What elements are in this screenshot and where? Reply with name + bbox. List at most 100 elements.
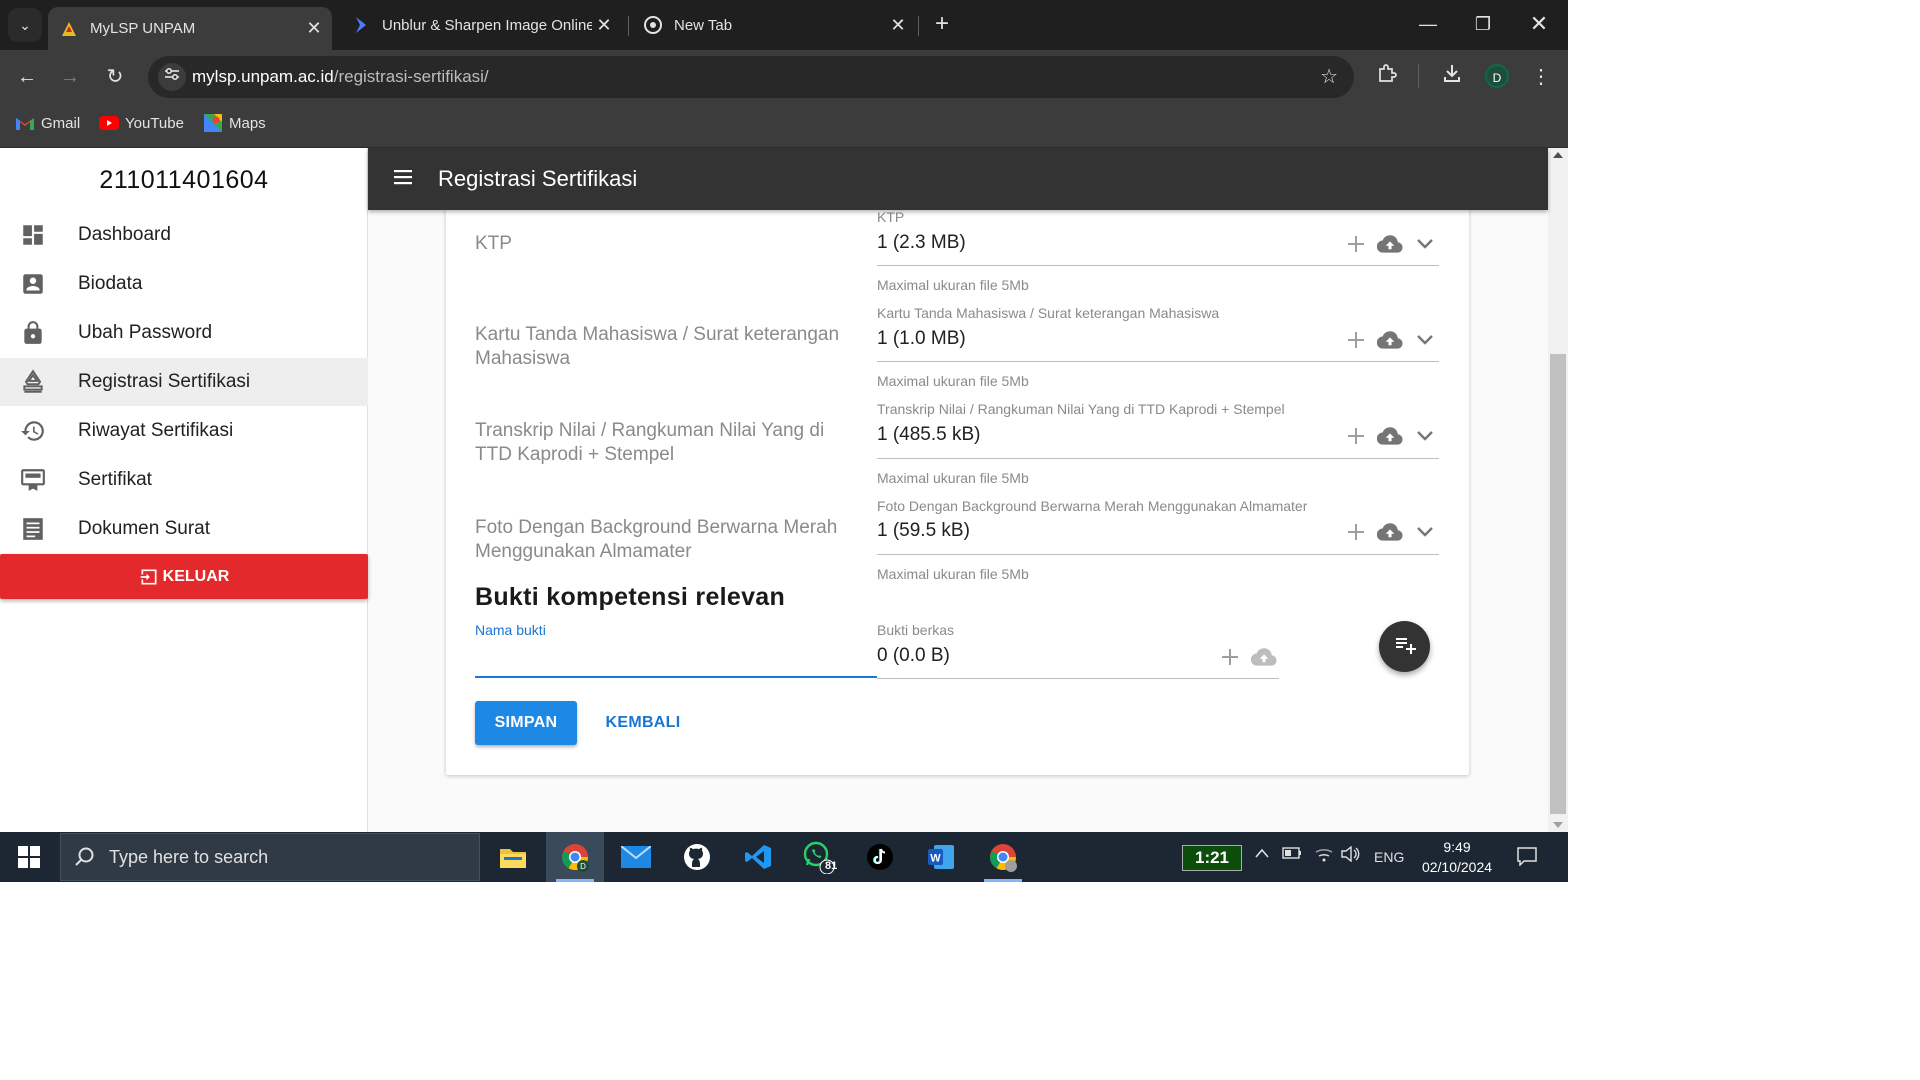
tiktok-icon[interactable]	[851, 832, 909, 882]
sidebar-item-riwayat-sertifikasi[interactable]: Riwayat Sertifikasi	[0, 407, 368, 455]
sidebar-item-label: Riwayat Sertifikasi	[78, 420, 234, 441]
sidebar-item-biodata[interactable]: Biodata	[0, 260, 368, 308]
hamburger-menu-icon[interactable]	[392, 168, 414, 191]
bookmark-youtube[interactable]: YouTube	[99, 114, 184, 132]
exit-icon	[139, 567, 159, 587]
site-info-tune-icon[interactable]	[158, 63, 186, 91]
back-button[interactable]: KEMBALI	[596, 701, 690, 745]
browser-toolbar: ← → ↻ mylsp.unpam.ac.id/registrasi-serti…	[0, 50, 1568, 104]
file-field-underline	[877, 554, 1439, 555]
file-field-value[interactable]: 1 (485.5 kB)	[877, 424, 981, 446]
search-icon	[61, 846, 109, 868]
sidebar-item-sertifikat[interactable]: Sertifikat	[0, 456, 368, 504]
mylsp-favicon-icon	[60, 20, 78, 38]
chrome-taskbar-icon[interactable]: D	[546, 832, 604, 882]
chevron-down-icon[interactable]	[1412, 423, 1438, 449]
taskbar-search-box[interactable]: Type here to search	[60, 833, 480, 881]
wifi-icon[interactable]	[1314, 846, 1334, 866]
history-icon	[0, 418, 78, 444]
scroll-up-arrow-icon[interactable]	[1553, 152, 1563, 158]
cloud-upload-icon[interactable]	[1377, 519, 1403, 545]
maps-icon	[203, 114, 223, 132]
add-file-plus-icon[interactable]	[1217, 644, 1243, 670]
new-tab-plus-icon[interactable]: +	[928, 10, 956, 38]
file-field-caption: Kartu Tanda Mahasiswa / Surat keterangan…	[877, 305, 1220, 321]
evidence-name-input[interactable]	[475, 640, 877, 678]
sidebar-item-ubah-password[interactable]: Ubah Password	[0, 309, 368, 357]
minimize-icon[interactable]: —	[1408, 8, 1448, 40]
certificate-icon	[0, 467, 78, 493]
profile-avatar[interactable]: D	[1485, 64, 1509, 88]
restore-icon[interactable]: ❐	[1463, 8, 1503, 40]
file-field-value[interactable]: 1 (2.3 MB)	[877, 232, 966, 254]
forward-arrow-icon[interactable]: →	[55, 62, 85, 92]
battery-time-indicator[interactable]: 1:21	[1182, 845, 1242, 871]
add-evidence-fab[interactable]	[1379, 621, 1430, 672]
bookmark-maps[interactable]: Maps	[203, 114, 266, 132]
account-box-icon	[0, 271, 78, 297]
logout-label: KELUAR	[162, 567, 230, 585]
windows-start-icon[interactable]	[0, 832, 58, 882]
cloud-upload-icon[interactable]	[1377, 423, 1403, 449]
tab-search-button[interactable]: ⌄	[8, 8, 42, 42]
tab-new-tab[interactable]: New Tab ✕	[632, 7, 916, 43]
vscode-icon[interactable]	[729, 832, 787, 882]
close-icon[interactable]: ✕	[302, 18, 326, 39]
system-clock[interactable]: 9:49 02/10/2024	[1412, 837, 1502, 877]
sidebar-item-dokumen-surat[interactable]: Dokumen Surat	[0, 505, 368, 553]
sidebar-item-registrasi-sertifikasi[interactable]: Registrasi Sertifikasi	[0, 358, 368, 406]
chevron-down-icon[interactable]	[1412, 327, 1438, 353]
mail-icon[interactable]	[607, 832, 665, 882]
more-vert-icon[interactable]: ⋮	[1526, 62, 1556, 92]
scroll-thumb[interactable]	[1550, 354, 1566, 814]
scroll-down-arrow-icon[interactable]	[1553, 822, 1563, 828]
close-icon[interactable]: ✕	[886, 15, 910, 36]
file-field-value[interactable]: 1 (59.5 kB)	[877, 520, 970, 542]
add-file-plus-icon[interactable]	[1343, 327, 1369, 353]
address-bar[interactable]: mylsp.unpam.ac.id/registrasi-sertifikasi…	[148, 56, 1354, 98]
bookmark-gmail[interactable]: Gmail	[15, 114, 80, 132]
chevron-down-icon[interactable]	[1412, 519, 1438, 545]
window-close-icon[interactable]: ✕	[1519, 8, 1559, 40]
bookmark-star-icon[interactable]: ☆	[1320, 64, 1338, 89]
tab-mylsp[interactable]: MyLSP UNPAM ✕	[48, 7, 332, 50]
chrome-profile-2-icon[interactable]	[974, 832, 1032, 882]
notification-center-icon[interactable]	[1516, 846, 1538, 871]
github-icon[interactable]	[668, 832, 726, 882]
add-file-plus-icon[interactable]	[1343, 519, 1369, 545]
tab-unblur[interactable]: Unblur & Sharpen Image Online ✕	[340, 7, 622, 43]
sidebar-item-dashboard[interactable]: Dashboard	[0, 211, 368, 259]
file-field-caption: Transkrip Nilai / Rangkuman Nilai Yang d…	[877, 401, 1285, 417]
file-explorer-icon[interactable]	[484, 832, 542, 882]
logout-button[interactable]: KELUAR	[0, 554, 368, 599]
add-file-plus-icon[interactable]	[1343, 423, 1369, 449]
save-button[interactable]: SIMPAN	[475, 701, 577, 745]
battery-icon[interactable]	[1282, 846, 1302, 864]
language-indicator[interactable]: ENG	[1374, 849, 1404, 865]
download-icon[interactable]	[1437, 62, 1467, 92]
back-arrow-icon[interactable]: ←	[12, 62, 42, 92]
file-field-caption: KTP	[877, 209, 905, 225]
word-icon[interactable]: W	[912, 832, 970, 882]
cloud-upload-icon[interactable]	[1377, 231, 1403, 257]
sidebar: 211011401604 Dashboard Biodata Ubah Pass…	[0, 148, 368, 832]
extensions-puzzle-icon[interactable]	[1372, 62, 1402, 92]
chevron-down-icon[interactable]	[1412, 231, 1438, 257]
volume-icon[interactable]	[1340, 845, 1360, 866]
close-icon[interactable]: ✕	[592, 15, 616, 36]
active-app-indicator	[556, 879, 594, 882]
cloud-upload-icon[interactable]	[1251, 644, 1277, 670]
add-file-plus-icon[interactable]	[1343, 231, 1369, 257]
file-field-underline	[877, 265, 1439, 266]
file-field-value[interactable]: 1 (1.0 MB)	[877, 328, 966, 350]
evidence-file-value[interactable]: 0 (0.0 B)	[877, 645, 950, 667]
document-list-icon	[0, 516, 78, 542]
url-host: mylsp.unpam.ac.id	[192, 67, 334, 86]
cloud-upload-icon[interactable]	[1377, 327, 1403, 353]
evidence-file-underline	[877, 678, 1279, 679]
whatsapp-icon[interactable]: 81	[790, 832, 848, 882]
reload-icon[interactable]: ↻	[100, 62, 130, 92]
page-scrollbar[interactable]	[1548, 148, 1568, 832]
document-label: Foto Dengan Background Berwarna Merah Me…	[475, 517, 838, 562]
show-hidden-icons-chevron-icon[interactable]	[1254, 846, 1270, 863]
